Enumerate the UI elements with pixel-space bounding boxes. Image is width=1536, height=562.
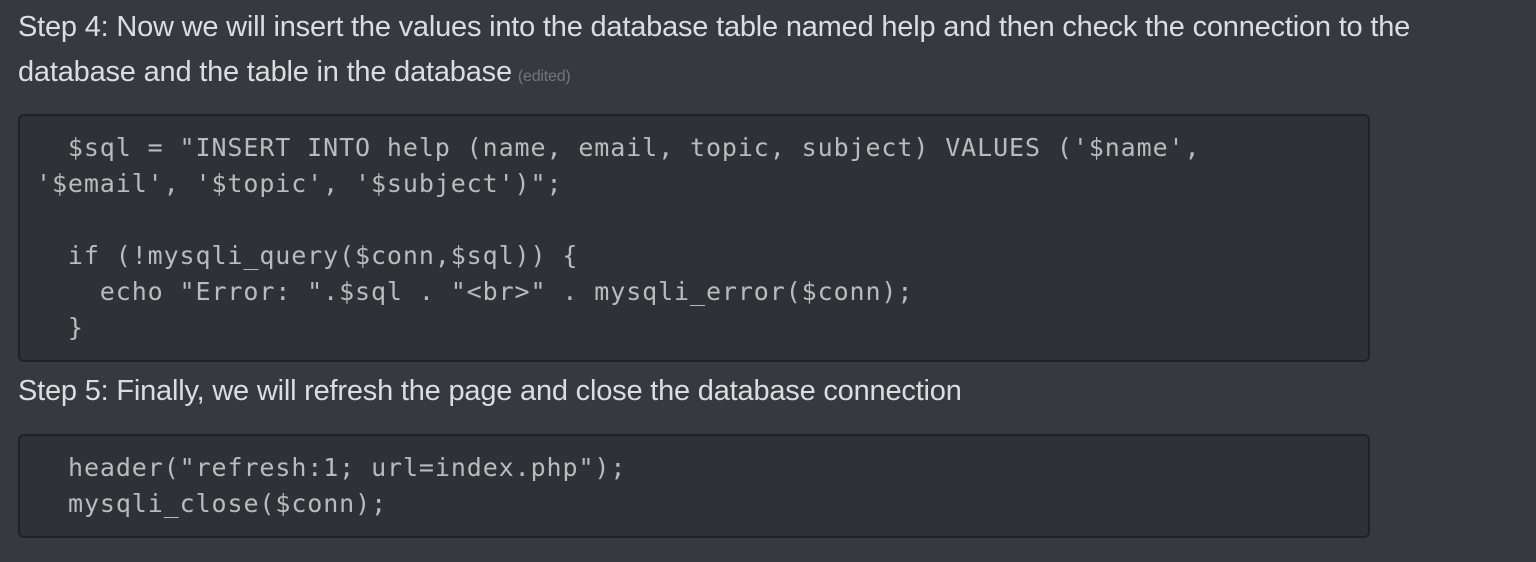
code-block-insert[interactable]: $sql = "INSERT INTO help (name, email, t…: [18, 114, 1370, 362]
step-5-text: Step 5: Finally, we will refresh the pag…: [18, 375, 962, 407]
chat-message: Step 4: Now we will insert the values in…: [0, 0, 1536, 562]
code-refresh-close[interactable]: header("refresh:1; url=index.php"); mysq…: [68, 450, 626, 522]
edited-label: (edited): [517, 68, 571, 85]
step-4-label: Step 4: Now we will insert the values in…: [18, 11, 1411, 88]
code-block-close[interactable]: header("refresh:1; url=index.php"); mysq…: [18, 434, 1370, 538]
step-4-text: Step 4: Now we will insert the values in…: [18, 5, 1518, 99]
code-insert-query[interactable]: $sql = "INSERT INTO help (name, email, t…: [36, 130, 1200, 346]
